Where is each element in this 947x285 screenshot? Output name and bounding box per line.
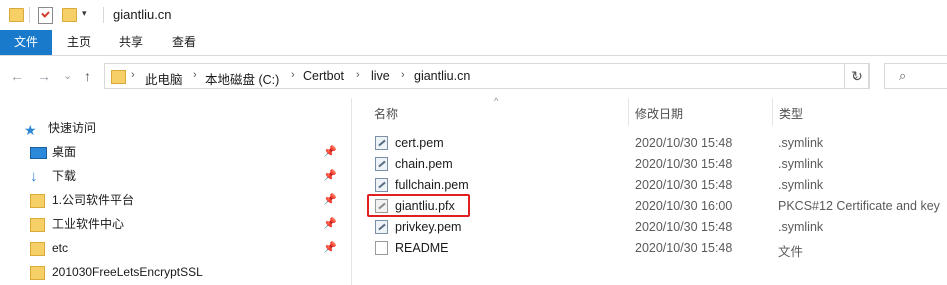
breadcrumb-separator: › <box>401 69 405 81</box>
file-date: 2020/10/30 15:48 <box>635 136 733 150</box>
file-date: 2020/10/30 16:00 <box>635 199 733 213</box>
up-arrow-icon[interactable]: ↑ <box>84 68 91 84</box>
file-type: .symlink <box>778 136 824 150</box>
breadcrumb-local-disk[interactable]: 本地磁盘 (C:) <box>205 69 279 88</box>
folder-icon <box>30 242 45 256</box>
forward-arrow-icon[interactable]: → <box>37 68 51 84</box>
tab-view[interactable]: 查看 <box>163 30 205 55</box>
sidebar-item-label: etc <box>52 241 69 255</box>
tab-file[interactable]: 文件 <box>0 30 52 55</box>
divider <box>103 7 104 23</box>
search-input[interactable]: ⌕ <box>884 63 947 89</box>
column-divider[interactable] <box>628 98 629 126</box>
breadcrumb-giantliu[interactable]: giantliu.cn <box>414 69 470 83</box>
ribbon-tabs: 文件 主页 共享 查看 <box>0 30 947 56</box>
address-bar[interactable]: › 此电脑 › 本地磁盘 (C:) › Certbot › live › gia… <box>104 63 869 89</box>
search-icon: ⌕ <box>899 68 907 83</box>
file-name: README <box>395 241 449 255</box>
sort-ascending-icon: ^ <box>494 96 499 106</box>
new-folder-icon[interactable] <box>62 8 77 22</box>
star-icon: ★ <box>24 122 37 138</box>
file-date: 2020/10/30 15:48 <box>635 241 733 255</box>
file-type: .symlink <box>778 157 824 171</box>
file-date: 2020/10/30 15:48 <box>635 220 733 234</box>
file-type: .symlink <box>778 220 824 234</box>
navigation-pane: ★ 快速访问 桌面 📌 ↓ 下载 📌 1.公司软件平台 📌 工业软件中心 📌 e… <box>0 110 348 285</box>
window-title: giantliu.cn <box>113 7 172 22</box>
properties-icon[interactable] <box>38 7 53 24</box>
file-name: privkey.pem <box>395 220 462 234</box>
folder-icon <box>30 266 45 280</box>
file-row[interactable]: cert.pem 2020/10/30 15:48 .symlink <box>368 133 947 154</box>
breadcrumb-this-pc[interactable]: 此电脑 <box>145 69 183 88</box>
breadcrumb-separator: › <box>193 69 197 81</box>
pin-icon[interactable]: 📌 <box>323 217 337 230</box>
pin-icon[interactable]: 📌 <box>323 241 337 254</box>
folder-icon <box>30 218 45 232</box>
folder-icon <box>111 70 126 84</box>
symlink-icon <box>375 178 388 192</box>
title-bar: ▾ giantliu.cn <box>0 0 947 30</box>
sidebar-item-label: 工业软件中心 <box>52 217 125 231</box>
folder-icon <box>30 194 45 208</box>
divider <box>29 7 30 23</box>
recent-locations-chevron-icon[interactable]: ⌄ <box>63 69 72 82</box>
file-date: 2020/10/30 15:48 <box>635 178 733 192</box>
refresh-icon[interactable]: ↻ <box>844 63 870 89</box>
column-header-name[interactable]: 名称 <box>374 104 398 124</box>
file-row[interactable]: privkey.pem 2020/10/30 15:48 .symlink <box>368 217 947 238</box>
file-name: cert.pem <box>395 136 444 150</box>
tab-share[interactable]: 共享 <box>110 30 152 55</box>
column-header-type[interactable]: 类型 <box>779 104 803 124</box>
highlight-box <box>367 194 470 217</box>
breadcrumb-separator: › <box>356 69 360 81</box>
download-icon: ↓ <box>30 168 38 185</box>
pin-icon[interactable]: 📌 <box>323 193 337 206</box>
file-date: 2020/10/30 15:48 <box>635 157 733 171</box>
sidebar-item-label: 1.公司软件平台 <box>52 193 135 207</box>
file-icon <box>375 241 388 255</box>
sidebar-item-label: 桌面 <box>52 145 77 159</box>
symlink-icon <box>375 220 388 234</box>
file-type: .symlink <box>778 178 824 192</box>
symlink-icon <box>375 157 388 171</box>
folder-icon <box>9 8 24 22</box>
column-header-date[interactable]: 修改日期 <box>635 104 683 124</box>
breadcrumb-separator: › <box>131 69 135 81</box>
file-name: fullchain.pem <box>395 178 469 192</box>
back-arrow-icon[interactable]: ← <box>10 68 24 84</box>
file-row[interactable]: README 2020/10/30 15:48 文件 <box>368 238 947 259</box>
pin-icon[interactable]: 📌 <box>323 145 337 158</box>
sidebar-item-label: 下载 <box>52 169 77 183</box>
desktop-icon <box>30 147 47 159</box>
file-type: 文件 <box>778 245 804 259</box>
file-type: PKCS#12 Certificate and key <box>778 199 940 213</box>
quick-access-toolbar-dropdown[interactable]: ▾ <box>82 8 87 19</box>
tab-home[interactable]: 主页 <box>58 30 100 55</box>
file-name: chain.pem <box>395 157 453 171</box>
sidebar-item-label: 快速访问 <box>48 121 97 135</box>
file-row[interactable]: fullchain.pem 2020/10/30 15:48 .symlink <box>368 175 947 196</box>
column-divider[interactable] <box>772 98 773 126</box>
breadcrumb-live[interactable]: live <box>371 69 390 83</box>
pane-divider[interactable] <box>351 98 352 285</box>
file-row[interactable]: chain.pem 2020/10/30 15:48 .symlink <box>368 154 947 175</box>
pin-icon[interactable]: 📌 <box>323 169 337 182</box>
breadcrumb-certbot[interactable]: Certbot <box>303 69 344 83</box>
sidebar-item-label: 201030FreeLetsEncryptSSL <box>52 265 203 279</box>
symlink-icon <box>375 136 388 150</box>
breadcrumb-separator: › <box>291 69 295 81</box>
